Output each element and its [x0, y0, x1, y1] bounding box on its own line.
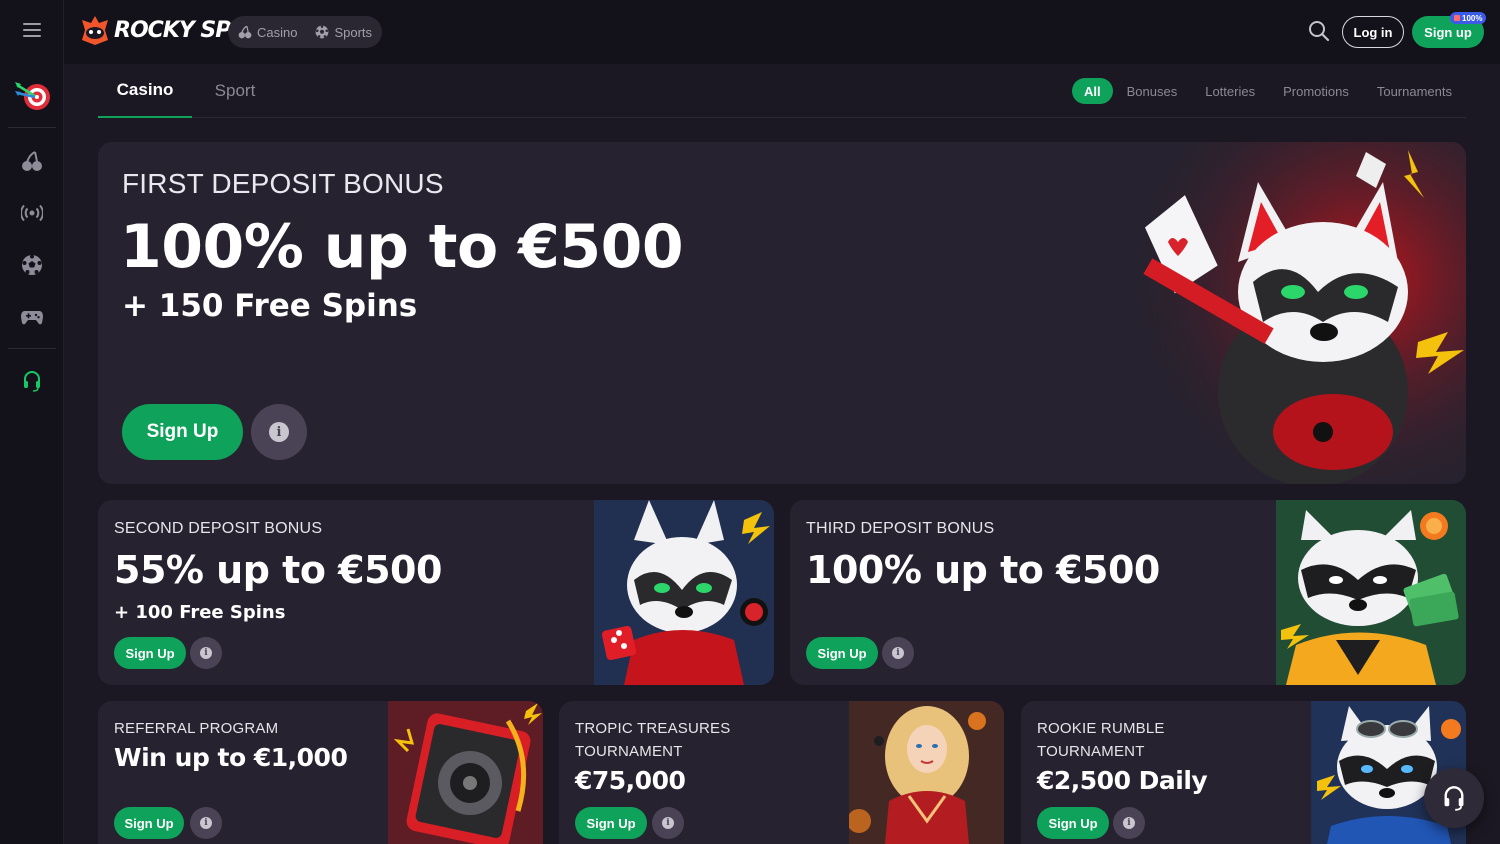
- third-deposit-card: THIRD DEPOSIT BONUS 100% up to €500 Sign…: [790, 500, 1466, 685]
- gift-icon: [1454, 15, 1460, 21]
- third-signup-button[interactable]: Sign Up: [806, 637, 878, 669]
- tab-casino[interactable]: Casino: [98, 64, 192, 118]
- rookie-headline: €2,500 Daily: [1037, 766, 1208, 795]
- info-icon: i: [269, 422, 289, 442]
- gamepad-icon[interactable]: [0, 304, 64, 330]
- pirate-woman-illustration: [849, 701, 1004, 844]
- second-info-button[interactable]: i: [190, 637, 222, 669]
- top-bar: ROCKY SPIN Casino Sports Log in Sign up …: [64, 0, 1500, 64]
- bonus-badge-label: 100%: [1462, 13, 1483, 23]
- menu-icon[interactable]: [0, 18, 64, 42]
- hero-info-button[interactable]: i: [251, 404, 307, 460]
- sidebar-divider: [8, 348, 56, 349]
- search-icon[interactable]: [1308, 20, 1332, 44]
- info-icon: i: [892, 647, 904, 659]
- product-switch: Casino Sports: [228, 16, 383, 48]
- switch-sports[interactable]: Sports: [315, 25, 372, 40]
- rookie-rumble-card: ROOKIE RUMBLE TOURNAMENT €2,500 Daily Si…: [1021, 701, 1466, 844]
- filter-bonuses[interactable]: Bonuses: [1113, 78, 1192, 104]
- promo-filters: All Bonuses Lotteries Promotions Tournam…: [1072, 78, 1466, 104]
- rookie-kicker-line1: ROOKIE RUMBLE: [1037, 720, 1165, 737]
- tropic-info-button[interactable]: i: [652, 807, 684, 839]
- cherries-icon: [238, 25, 252, 39]
- filter-all[interactable]: All: [1072, 78, 1113, 104]
- category-tabs: Casino Sport All Bonuses Lotteries Promo…: [98, 64, 1466, 118]
- raccoon-money-illustration: [1276, 500, 1466, 685]
- hero-headline: 100% up to €500: [120, 212, 684, 282]
- info-icon: i: [1123, 817, 1135, 829]
- filter-lotteries[interactable]: Lotteries: [1191, 78, 1269, 104]
- hero-kicker: FIRST DEPOSIT BONUS: [122, 168, 444, 199]
- referral-card: REFERRAL PROGRAM Win up to €1,000 Sign U…: [98, 701, 543, 844]
- headset-icon[interactable]: [0, 368, 64, 394]
- soccer-ball-icon: [316, 25, 329, 39]
- rookie-info-button[interactable]: i: [1113, 807, 1145, 839]
- referral-headline: Win up to €1,000: [114, 743, 348, 772]
- referral-kicker: REFERRAL PROGRAM: [114, 720, 279, 737]
- filter-tournaments[interactable]: Tournaments: [1363, 78, 1466, 104]
- sidebar-divider: [8, 127, 56, 128]
- soccer-ball-icon[interactable]: [0, 252, 64, 278]
- headset-icon: [1444, 786, 1464, 811]
- first-deposit-card: FIRST DEPOSIT BONUS 100% up to €500 + 15…: [98, 142, 1466, 484]
- raccoon-guitar-illustration: [1118, 142, 1466, 484]
- tropic-treasures-card: TROPIC TREASURES TOURNAMENT €75,000 Sign…: [559, 701, 1004, 844]
- tropic-headline: €75,000: [575, 766, 686, 795]
- info-icon: i: [662, 817, 674, 829]
- raccoon-logo-icon: [82, 16, 108, 45]
- tropic-kicker-line1: TROPIC TREASURES: [575, 720, 731, 737]
- switch-casino[interactable]: Casino: [238, 25, 297, 40]
- third-info-button[interactable]: i: [882, 637, 914, 669]
- info-icon: i: [200, 817, 212, 829]
- filter-promotions[interactable]: Promotions: [1269, 78, 1363, 104]
- cherries-icon[interactable]: [0, 148, 64, 174]
- rookie-kicker-line2: TOURNAMENT: [1037, 743, 1145, 760]
- tab-sport[interactable]: Sport: [198, 64, 272, 118]
- switch-sports-label: Sports: [334, 24, 373, 40]
- third-kicker: THIRD DEPOSIT BONUS: [806, 520, 995, 537]
- second-subheadline: + 100 Free Spins: [114, 602, 286, 623]
- sidebar: [0, 0, 64, 844]
- target-darts-icon[interactable]: [0, 78, 64, 114]
- bonus-badge: 100%: [1450, 12, 1487, 24]
- login-button[interactable]: Log in: [1342, 16, 1404, 48]
- amplifier-illustration: [388, 701, 543, 844]
- hero-subheadline: + 150 Free Spins: [122, 288, 418, 324]
- tropic-kicker-line2: TOURNAMENT: [575, 743, 683, 760]
- live-broadcast-icon[interactable]: [0, 200, 64, 226]
- referral-info-button[interactable]: i: [190, 807, 222, 839]
- switch-casino-label: Casino: [257, 24, 298, 40]
- raccoon-dice-illustration: [594, 500, 774, 685]
- support-chat-button[interactable]: [1424, 768, 1484, 828]
- rookie-signup-button[interactable]: Sign Up: [1037, 807, 1109, 839]
- second-kicker: SECOND DEPOSIT BONUS: [114, 520, 323, 537]
- tropic-signup-button[interactable]: Sign Up: [575, 807, 647, 839]
- second-deposit-card: SECOND DEPOSIT BONUS 55% up to €500 + 10…: [98, 500, 774, 685]
- referral-signup-button[interactable]: Sign Up: [114, 807, 184, 839]
- third-headline: 100% up to €500: [806, 548, 1160, 592]
- info-icon: i: [200, 647, 212, 659]
- hero-signup-button[interactable]: Sign Up: [122, 404, 243, 460]
- second-signup-button[interactable]: Sign Up: [114, 637, 186, 669]
- second-headline: 55% up to €500: [114, 548, 442, 592]
